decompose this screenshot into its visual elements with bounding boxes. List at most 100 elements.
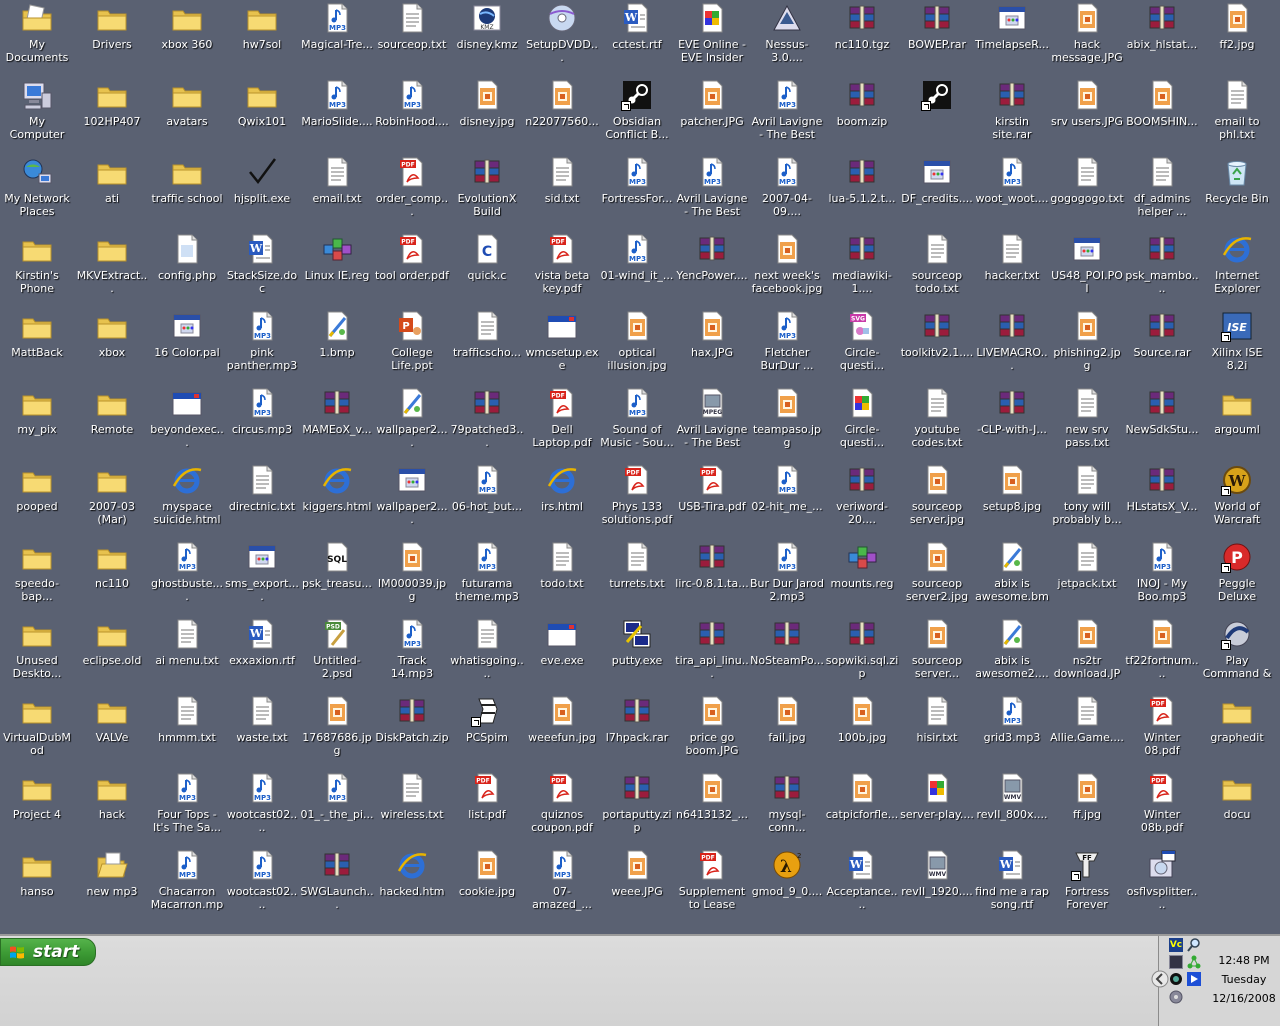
- desktop-icon-sourceop-server2-jpg-131[interactable]: sourceop server2.jpg: [899, 539, 975, 603]
- desktop-icon-sound-of-music-sou-93[interactable]: MP3 Sound of Music - Sou...: [599, 385, 675, 449]
- desktop-icon-17687686-jpg-157[interactable]: 17687686.jpg: [299, 693, 375, 757]
- desktop-icon-grid3-mp3-166[interactable]: MP3 grid3.mp3: [974, 693, 1050, 744]
- desktop-icon-l7hpack-rar-161[interactable]: l7hpack.rar: [599, 693, 675, 744]
- desktop-icon-email-txt-38[interactable]: email.txt: [299, 154, 375, 205]
- desktop-icon-veriword-20-113[interactable]: veriword-20....: [824, 462, 900, 526]
- desktop-icon-source-rar-83[interactable]: Source.rar: [1124, 308, 1200, 359]
- desktop-icon-chacarron-macarron-mp3-189[interactable]: MP3 Chacarron Macarron.mp3: [149, 847, 225, 911]
- desktop-icon-waste-txt-156[interactable]: waste.txt: [224, 693, 300, 744]
- desktop-icon-drivers-1[interactable]: Drivers: [74, 0, 150, 51]
- desktop-icon-woot-woot-47[interactable]: MP3 woot_woot....: [974, 154, 1050, 205]
- desktop-icon-project-4-170[interactable]: Project 4: [0, 770, 75, 821]
- desktop-icon-df-admins-helper-49[interactable]: df_admins helper ...: [1124, 154, 1200, 218]
- desktop-icon-argouml-101[interactable]: argouml: [1199, 385, 1275, 436]
- desktop-icon-mattback-68[interactable]: MattBack: [0, 308, 75, 359]
- desktop-icon-my-pix-85[interactable]: my_pix: [0, 385, 75, 436]
- desktop-icon-01-wind-it-59[interactable]: MP3 01-wind_it_...: [599, 231, 675, 282]
- desktop-icon-disney-jpg-23[interactable]: disney.jpg: [449, 77, 525, 128]
- desktop-icon-100b-jpg-164[interactable]: 100b.jpg: [824, 693, 900, 744]
- desktop-icon-price-go-boom-jpg-162[interactable]: price go boom.JPG: [674, 693, 750, 757]
- desktop-icon-futurama-theme-mp3-125[interactable]: MP3 futurama theme.mp3: [449, 539, 525, 603]
- desktop-icon-patcher-jpg-26[interactable]: patcher.JPG: [674, 77, 750, 128]
- desktop-icon-fortressfor-42[interactable]: MP3 FortressFor...: [599, 154, 675, 205]
- desktop-icon-wmcsetup-exe-75[interactable]: wmcsetup.exe: [524, 308, 600, 372]
- desktop-icon-ff2-jpg-16[interactable]: ff2.jpg: [1199, 0, 1275, 51]
- network-icon[interactable]: [1187, 955, 1201, 969]
- desktop-icon-abix-is-awesome2-149[interactable]: abix is awesome2....: [974, 616, 1050, 680]
- desktop-icon-obsidian-conflict-b-25[interactable]: Obsidian Conflict B...: [599, 77, 675, 141]
- desktop-icon-fail-jpg-163[interactable]: fail.jpg: [749, 693, 825, 744]
- desktop-icon-myspace-suicide-html-104[interactable]: myspace suicide.html: [149, 462, 225, 526]
- desktop-icon-irs-html-109[interactable]: irs.html: [524, 462, 600, 513]
- desktop-icon-cookie-jpg-193[interactable]: cookie.jpg: [449, 847, 525, 898]
- desktop-icon-fortress-forever-201[interactable]: FF Fortress Forever: [1049, 847, 1125, 911]
- desktop-icon-marioslide-21[interactable]: MP3 MarioSlide....: [299, 77, 375, 128]
- desktop-icon-setupdvdd-7[interactable]: SetupDVDD...: [524, 0, 600, 64]
- magnifier-icon[interactable]: [1187, 938, 1201, 952]
- desktop-icon-linux-ie-reg-55[interactable]: Linux IE.reg: [299, 231, 375, 282]
- desktop-icon-01-the-pi-174[interactable]: MP3 01_-_the_pi...: [299, 770, 375, 821]
- desktop-icon-speedo-bap-119[interactable]: speedo-bap...: [0, 539, 75, 603]
- desktop-icon-portaputty-zip-178[interactable]: portaputty.zip: [599, 770, 675, 834]
- desktop-icon-graphedit-169[interactable]: graphedit: [1199, 693, 1275, 744]
- desktop-icon-avatars-19[interactable]: avatars: [149, 77, 225, 128]
- desktop-icon-hw7sol-3[interactable]: hw7sol: [224, 0, 300, 51]
- desktop-icon-optical-illusion-jpg-76[interactable]: optical illusion.jpg: [599, 308, 675, 372]
- desktop-icon-n22077560-24[interactable]: n22077560...: [524, 77, 600, 128]
- desktop-icon-nessus-3-0-10[interactable]: Nessus-3.0....: [749, 0, 825, 64]
- desktop-icon-hisir-txt-165[interactable]: hisir.txt: [899, 693, 975, 744]
- desktop-icon-config-php-53[interactable]: config.php: [149, 231, 225, 282]
- desktop-icon-wallpaper2-107[interactable]: wallpaper2....: [374, 462, 450, 526]
- desktop-icon-bur-dur-jarod-2-mp3-129[interactable]: MP3 Bur Dur Jarod 2.mp3: [749, 539, 825, 603]
- desktop-icon-hacked-htm-192[interactable]: hacked.htm: [374, 847, 450, 898]
- desktop-icon-order-comp-39[interactable]: PDF order_comp...: [374, 154, 450, 218]
- desktop-icon-traffic-school-36[interactable]: traffic school: [149, 154, 225, 205]
- desktop-icon-02-hit-me-112[interactable]: MP3 02-hit_me_...: [749, 462, 825, 513]
- desktop-icon-catpicforfle-181[interactable]: catpicforfle...: [824, 770, 900, 821]
- desktop-icon-srv-users-jpg-31[interactable]: srv users.JPG: [1049, 77, 1125, 128]
- desktop-icon-2007-04-09-44[interactable]: MP3 2007-04-09....: [749, 154, 825, 218]
- desktop-icon-boom-zip-28[interactable]: boom.zip: [824, 77, 900, 128]
- desktop-icon-tf22fortnum-151[interactable]: tf22fortnum....: [1124, 616, 1200, 680]
- desktop-icon-kirstin-site-rar-30[interactable]: kirstin site.rar: [974, 77, 1050, 141]
- desktop-icon-vista-beta-key-pdf-58[interactable]: PDF vista beta key.pdf: [524, 231, 600, 295]
- desktop-icon-avril-lavigne-the-best-d-94[interactable]: MPEG Avril Lavigne - The Best D...: [674, 385, 750, 449]
- desktop-icon-tira-api-linu-145[interactable]: tira_api_linu...: [674, 616, 750, 680]
- desktop-icon-revii-800x-183[interactable]: WMV revII_800x....: [974, 770, 1050, 821]
- desktop-icon-world-of-warcraft-118[interactable]: W World of Warcraft: [1199, 462, 1275, 526]
- desktop-icon-livemacro-81[interactable]: LIVEMACRO...: [974, 308, 1050, 372]
- desktop-icon-79patched3-91[interactable]: 79patched3...: [449, 385, 525, 449]
- desktop-icon-avril-lavigne-the-best-d-43[interactable]: MP3 Avril Lavigne - The Best D...: [674, 154, 750, 218]
- chevron-left-icon[interactable]: [1151, 970, 1169, 988]
- desktop-icon-swglaunch-191[interactable]: SWGLaunch...: [299, 847, 375, 911]
- desktop-icon-four-tops-it-s-the-sa-172[interactable]: MP3 Four Tops - It's The Sa...: [149, 770, 225, 834]
- clock-date[interactable]: 12/16/2008: [1209, 992, 1279, 1005]
- desktop-icon-06-hot-but-108[interactable]: MP3 06-hot_but...: [449, 462, 525, 513]
- desktop-icon-wootcast02-190[interactable]: MP3 wootcast02....: [224, 847, 300, 911]
- desktop-icon-remote-86[interactable]: Remote: [74, 385, 150, 436]
- desktop-icon-hacker-txt-64[interactable]: hacker.txt: [974, 231, 1050, 282]
- desktop-icon-eclipse-old-137[interactable]: eclipse.old: [74, 616, 150, 667]
- start-button[interactable]: start: [0, 938, 96, 966]
- desktop-icon-2007-03-mar-103[interactable]: 2007-03 (Mar): [74, 462, 150, 526]
- desktop-icon-ati-35[interactable]: ati: [74, 154, 150, 205]
- desktop-icon-kiggers-html-106[interactable]: kiggers.html: [299, 462, 375, 513]
- clock-day[interactable]: Tuesday: [1209, 973, 1279, 986]
- desktop-icon-weee-jpg-195[interactable]: weee.JPG: [599, 847, 675, 898]
- desktop-icon-xbox-69[interactable]: xbox: [74, 308, 150, 359]
- desktop-icon-1-bmp-72[interactable]: 1.bmp: [299, 308, 375, 359]
- desktop-icon-ff-jpg-184[interactable]: ff.jpg: [1049, 770, 1125, 821]
- desktop-icon-tony-will-probably-b-116[interactable]: tony will probably b...: [1049, 462, 1125, 526]
- desktop-icon-beyondexec-87[interactable]: beyondexec...: [149, 385, 225, 449]
- desktop-icon-internet-explorer-67[interactable]: Internet Explorer: [1199, 231, 1275, 295]
- media-icon[interactable]: [1187, 972, 1201, 986]
- desktop-icon-hlstatsx-v-117[interactable]: HLstatsX_V...: [1124, 462, 1200, 513]
- desktop-icon-wireless-txt-175[interactable]: wireless.txt: [374, 770, 450, 821]
- desktop-icon-abix-is-awesome-bmp-132[interactable]: abix is awesome.bmp: [974, 539, 1050, 603]
- desktop-icon-eve-exe-143[interactable]: eve.exe: [524, 616, 600, 667]
- desktop-icon-hjsplit-exe-37[interactable]: hjsplit.exe: [224, 154, 300, 205]
- desktop-icon-psk-treasu-123[interactable]: SQL psk_treasu...: [299, 539, 375, 590]
- desktop-icon-winter-08b-pdf-185[interactable]: PDF Winter 08b.pdf: [1124, 770, 1200, 834]
- desktop-icon-osflvsplitter-202[interactable]: osflvsplitter....: [1124, 847, 1200, 911]
- desktop-icon-setup8-jpg-115[interactable]: setup8.jpg: [974, 462, 1050, 513]
